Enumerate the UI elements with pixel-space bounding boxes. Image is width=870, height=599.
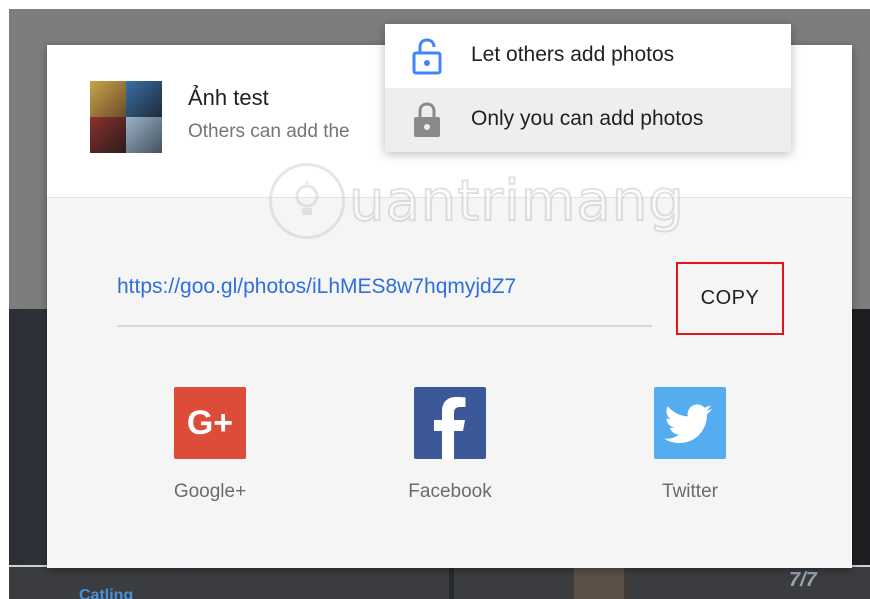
copy-button[interactable]: COPY: [676, 262, 784, 335]
facebook-icon: [414, 387, 486, 459]
share-facebook-button[interactable]: Facebook: [390, 387, 510, 517]
share-twitter-button[interactable]: Twitter: [630, 387, 750, 517]
background-counter: 7/7: [789, 569, 817, 591]
share-label-google-plus: Google+: [173, 481, 247, 502]
share-url-link[interactable]: https://goo.gl/photos/iLhMES8w7hqmyjdZ7: [117, 275, 516, 299]
share-label-twitter: Twitter: [662, 481, 718, 502]
album-thumbnail: [90, 81, 162, 153]
link-underline: [117, 325, 652, 327]
share-google-plus-button[interactable]: G+ Google+: [150, 387, 270, 517]
background-thumbnail: [179, 565, 449, 599]
background-thumbnail: [454, 565, 574, 599]
permission-menu: Let others add photos Only you can add p…: [385, 24, 791, 152]
google-plus-icon: G+: [174, 387, 246, 459]
background-label: Catling: [79, 587, 134, 599]
twitter-icon: [654, 387, 726, 459]
background-thumbnail: [629, 565, 870, 599]
menu-item-label: Let others add photos: [471, 43, 675, 66]
menu-item-let-others-add[interactable]: Let others add photos: [385, 24, 791, 88]
menu-item-only-you-add[interactable]: Only you can add photos: [385, 88, 791, 152]
lock-icon: [411, 101, 443, 139]
share-label-facebook: Facebook: [408, 481, 492, 502]
background-thumbnail: [574, 565, 624, 599]
album-subtitle: Others can add the: [188, 121, 350, 142]
unlock-icon: [411, 37, 443, 75]
menu-item-label: Only you can add photos: [471, 107, 704, 130]
album-title: Ảnh test: [188, 85, 269, 110]
svg-text:G+: G+: [187, 404, 233, 442]
